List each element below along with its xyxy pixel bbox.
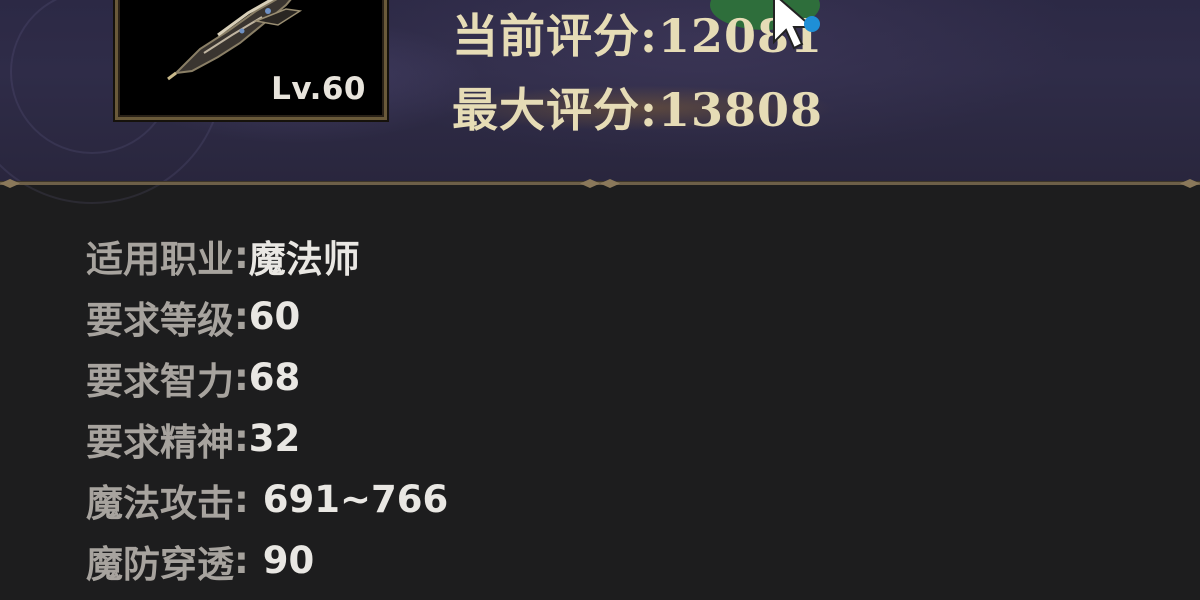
- stat-label: 要求等级: [86, 298, 234, 342]
- max-score-label: 最大评分:: [452, 83, 658, 137]
- stat-separator: :: [234, 356, 249, 399]
- item-level-badge: Lv.60: [271, 71, 366, 107]
- stat-row-level: 要求等级:60: [86, 286, 448, 347]
- stat-row-intelligence: 要求智力:68: [86, 347, 448, 408]
- stat-label: 魔防穿透: [86, 542, 234, 586]
- stat-value: 90: [262, 539, 315, 582]
- header-divider: [0, 179, 1200, 188]
- tooltip-header: Lv.60 当前评分:12081 最大评分:13808: [0, 0, 1200, 204]
- item-stats-list: 适用职业: 魔法师 要求等级:60 要求智力:68 要求精神:32 魔法攻击:69…: [86, 225, 448, 591]
- stat-row-spirit: 要求精神:32: [86, 408, 448, 469]
- stat-value: 60: [248, 295, 301, 338]
- stat-row-magic-penetration: 魔防穿透:90: [86, 530, 448, 591]
- stat-row-magic-attack: 魔法攻击:691~766: [86, 469, 448, 530]
- stat-separator: :: [234, 417, 249, 460]
- stat-value: 691~766: [262, 478, 449, 521]
- max-score-value: 13808: [657, 83, 824, 137]
- stat-value: 68: [248, 356, 301, 399]
- stat-row-class: 适用职业: 魔法师: [86, 225, 448, 286]
- weapon-claw-icon: [167, 0, 303, 81]
- mouse-cursor-icon: [773, 0, 820, 50]
- item-tooltip: Lv.60 当前评分:12081 最大评分:13808 适用职业: 魔法师 要求…: [0, 0, 1200, 600]
- stat-separator: :: [234, 295, 249, 338]
- stat-separator: :: [234, 478, 249, 521]
- stat-label: 要求智力: [86, 359, 234, 403]
- stat-label: 要求精神: [86, 420, 234, 464]
- stat-label: 魔法攻击: [86, 481, 234, 525]
- stat-separator: :: [234, 539, 249, 582]
- stat-separator: :: [234, 234, 249, 277]
- stat-value: 32: [248, 417, 301, 460]
- stat-value: 魔法师: [248, 237, 360, 281]
- stat-label: 适用职业: [86, 237, 234, 281]
- current-score-label: 当前评分:: [452, 9, 658, 63]
- item-icon-slot[interactable]: Lv.60: [115, 0, 387, 120]
- max-score: 最大评分:13808: [452, 74, 823, 140]
- current-score: 当前评分:12081: [452, 0, 823, 66]
